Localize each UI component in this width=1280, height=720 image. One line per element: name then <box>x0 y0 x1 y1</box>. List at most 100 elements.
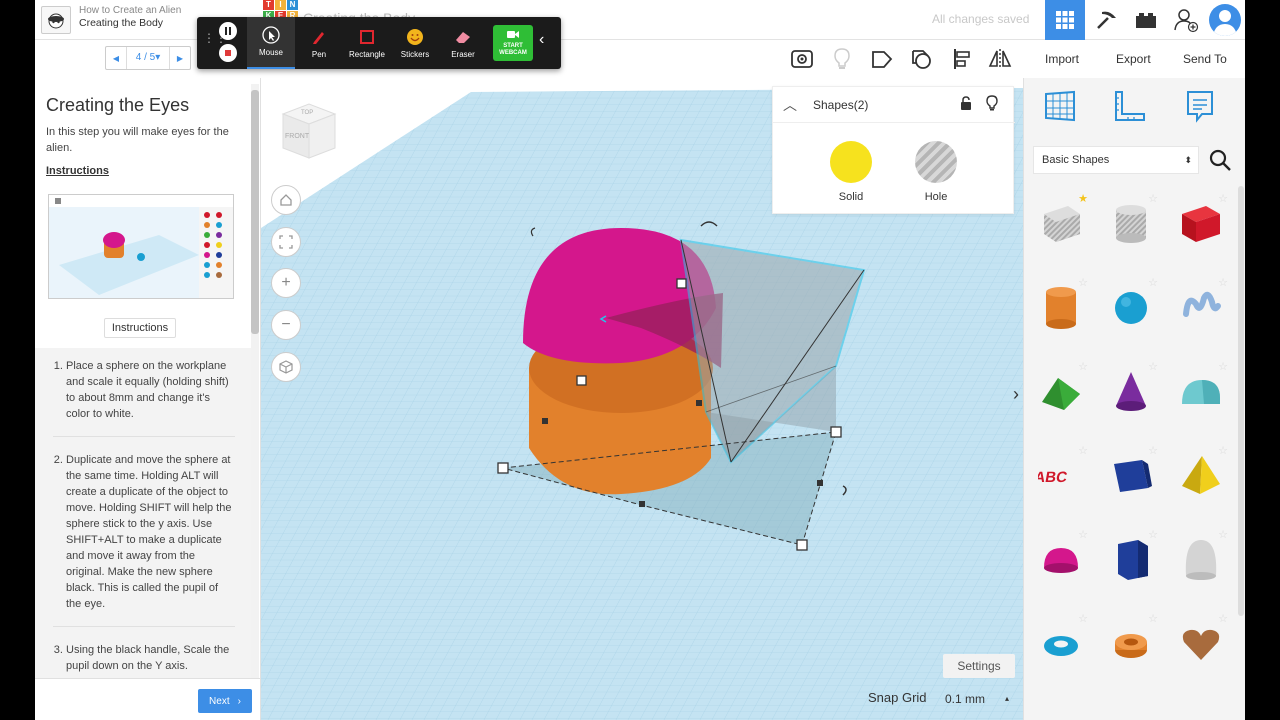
shape-box-hole[interactable]: ★ <box>1028 186 1094 266</box>
stop-button[interactable] <box>219 44 237 62</box>
svg-text:ABC: ABC <box>1038 469 1069 486</box>
shape-sphere[interactable]: ☆ <box>1098 270 1164 350</box>
next-step-button[interactable]: ▶ <box>170 54 190 63</box>
zoom-out-button[interactable]: − <box>271 310 301 340</box>
drag-handle-icon[interactable]: ⋮⋮ <box>203 32 227 51</box>
eraser-tool-label: Eraser <box>451 50 475 59</box>
lightbulb-icon[interactable] <box>985 95 999 111</box>
divider <box>35 678 261 679</box>
previous-step-button[interactable]: ◀ <box>106 54 126 63</box>
step-text-1: Place a sphere on the workplane and scal… <box>66 358 235 422</box>
instruction-steps: Place a sphere on the workplane and scal… <box>53 358 235 703</box>
view-cube[interactable]: TOP FRONT <box>279 100 339 160</box>
instructions-heading: Instructions <box>46 165 109 177</box>
stepper-icon: ▴ <box>1004 694 1009 703</box>
import-button[interactable]: Import <box>1045 52 1079 66</box>
shape-scribble[interactable]: ☆ <box>1168 270 1234 350</box>
lock-icon[interactable] <box>960 96 972 110</box>
chevron-right-icon: › <box>237 695 241 707</box>
shape-torus[interactable]: ☆ <box>1028 606 1094 686</box>
start-webcam-button[interactable]: START WEBCAM <box>493 25 533 61</box>
recorder-controls <box>219 22 243 66</box>
stepper-icon: ⬍ <box>1184 155 1192 165</box>
shape-category-select[interactable]: Basic Shapes ⬍ <box>1033 146 1199 174</box>
shapes-scrollbar[interactable] <box>1238 186 1244 616</box>
shape-box[interactable]: ☆ <box>1168 186 1234 266</box>
lesson-logo[interactable] <box>41 6 71 34</box>
shapes-panel: › Basic Shapes ⬍ ★ ☆ ☆ ☆ ☆ ☆ ☆ ☆ ☆ ☆ ABC… <box>1013 78 1245 720</box>
ungroup-icon[interactable] <box>907 44 937 74</box>
shape-round-roof[interactable]: ☆ <box>1168 354 1234 434</box>
eraser-tool[interactable]: Eraser <box>439 17 487 69</box>
snap-grid-select[interactable]: 0.1 mm ▴ <box>943 688 1015 710</box>
step-text-2: Duplicate and move the sphere at the sam… <box>66 452 235 612</box>
perspective-button[interactable] <box>271 352 301 382</box>
lesson-scrollbar-thumb[interactable] <box>251 90 259 334</box>
fit-view-button[interactable] <box>271 227 301 257</box>
step-title: Creating the Eyes <box>46 95 190 115</box>
logo-letter: I <box>275 0 286 10</box>
stickers-tool[interactable]: Stickers <box>391 17 439 69</box>
align-icon[interactable] <box>947 44 977 74</box>
shape-half-sphere[interactable]: ☆ <box>1028 522 1094 602</box>
shape-text[interactable]: ☆ ABC <box>1028 438 1094 518</box>
shape-inspector: ︿ Shapes(2) Solid Hole <box>772 86 1015 214</box>
chevron-right-icon[interactable]: › <box>1013 384 1027 412</box>
mouse-tool[interactable]: Mouse <box>247 17 295 69</box>
chevron-up-icon[interactable]: ︿ <box>783 95 797 115</box>
zoom-in-button[interactable]: + <box>271 268 301 298</box>
shape-polygon[interactable]: ☆ <box>1098 522 1164 602</box>
pause-button[interactable] <box>219 22 237 40</box>
rectangle-tool[interactable]: Rectangle <box>343 17 391 69</box>
pen-tool[interactable]: Pen <box>295 17 343 69</box>
group-icon[interactable] <box>867 44 897 74</box>
step-text-3: Using the black handle, Scale the pupil … <box>66 642 235 674</box>
export-button[interactable]: Export <box>1116 52 1151 66</box>
step-counter[interactable]: 4 / 5▾ <box>126 47 170 69</box>
shape-roof[interactable]: ☆ <box>1028 354 1094 434</box>
stop-icon <box>225 50 231 56</box>
webcam-label-1: START <box>503 43 523 49</box>
shape-cone[interactable]: ☆ <box>1098 354 1164 434</box>
lightbulb-icon[interactable] <box>827 44 857 74</box>
search-icon[interactable] <box>1208 148 1232 172</box>
instructions-tab[interactable]: Instructions <box>104 318 176 338</box>
screen-recorder-toolbar: ⋮⋮ Mouse Pen Rectangle Stickers Eraser S… <box>197 17 561 69</box>
home-view-button[interactable] <box>271 185 301 215</box>
shape-cylinder[interactable]: ☆ <box>1028 270 1094 350</box>
mirror-icon[interactable] <box>985 44 1015 74</box>
step-preview-image[interactable] <box>48 194 234 299</box>
shape-tube[interactable]: ☆ <box>1098 606 1164 686</box>
notes-tool-icon[interactable] <box>1180 86 1220 126</box>
workplane-tool-icon[interactable] <box>1040 86 1080 126</box>
shape-wedge[interactable]: ☆ <box>1098 438 1164 518</box>
save-status: All changes saved <box>932 12 1030 26</box>
shape-paraboloid[interactable]: ☆ <box>1168 522 1234 602</box>
plus-icon: + <box>281 274 291 291</box>
send-to-button[interactable]: Send To <box>1183 52 1227 66</box>
fit-all-icon <box>279 235 293 249</box>
home-icon <box>280 194 292 206</box>
add-user-icon[interactable] <box>1167 0 1205 40</box>
ruler-tool-icon[interactable] <box>1110 86 1150 126</box>
3d-design-view-button[interactable] <box>1045 0 1085 40</box>
solid-color-swatch[interactable] <box>830 141 872 183</box>
next-button[interactable]: Next › <box>198 689 252 713</box>
hole-label: Hole <box>924 191 948 203</box>
collapse-toolbar-icon[interactable]: ‹ <box>539 31 544 49</box>
step-intro: In this step you will make eyes for the … <box>46 126 229 154</box>
user-avatar[interactable] <box>1209 4 1241 36</box>
shape-cylinder-hole[interactable]: ☆ <box>1098 186 1164 266</box>
panel-mode-icons <box>1024 78 1245 138</box>
bricks-icon[interactable] <box>1127 0 1165 40</box>
show-all-icon[interactable] <box>787 44 817 74</box>
settings-button[interactable]: Settings <box>943 654 1015 678</box>
shape-pyramid[interactable]: ☆ <box>1168 438 1234 518</box>
inspector-title: Shapes(2) <box>813 98 869 112</box>
rectangle-icon <box>360 30 374 44</box>
pickaxe-icon[interactable] <box>1087 0 1125 40</box>
snap-grid-label: Snap Grid <box>868 690 927 705</box>
webcam-label-2: WEBCAM <box>499 50 527 56</box>
shape-heart[interactable]: ☆ <box>1168 606 1234 686</box>
hole-swatch[interactable] <box>915 141 957 183</box>
